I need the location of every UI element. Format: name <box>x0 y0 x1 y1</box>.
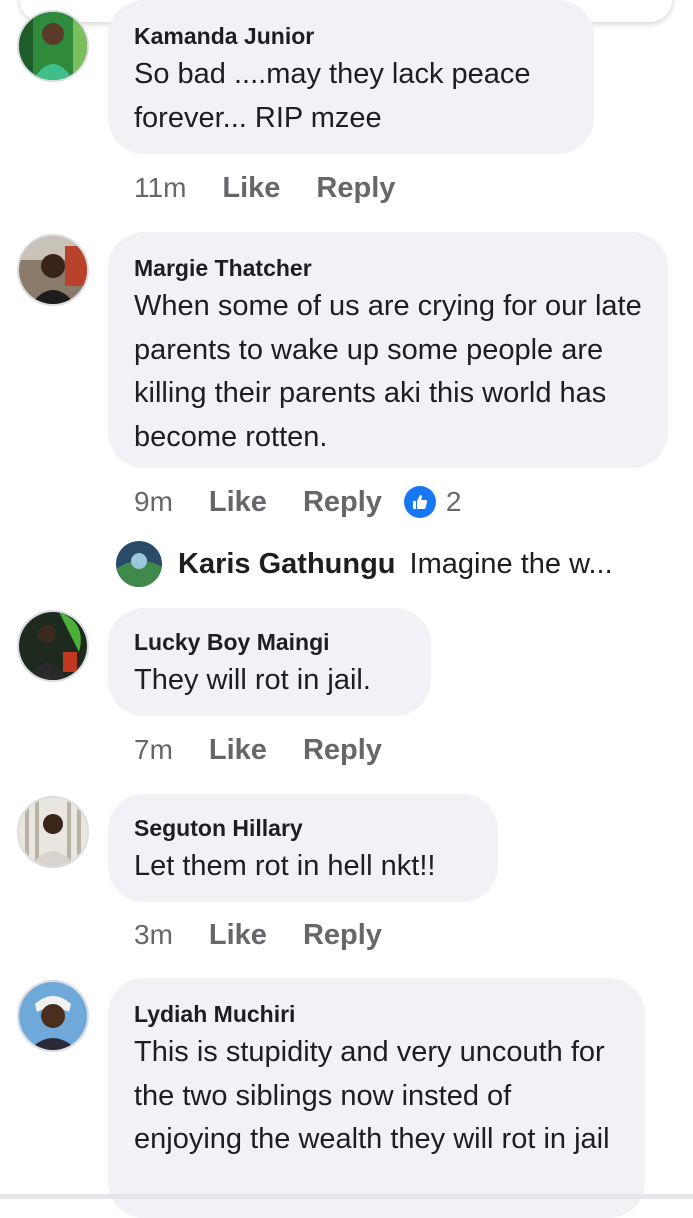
reaction-summary[interactable]: 2 <box>403 486 462 518</box>
like-button[interactable]: Like <box>209 919 267 952</box>
comment-text: They will rot in jail. <box>134 664 371 696</box>
reply-button[interactable]: Reply <box>303 486 382 519</box>
reply-author: Karis Gathungu <box>178 547 396 580</box>
avatar-image <box>19 982 87 1050</box>
thumbs-up-icon <box>403 486 436 518</box>
comment-time[interactable]: 9m <box>134 486 173 518</box>
reply-preview[interactable]: Karis Gathungu Imagine the w... <box>116 538 613 590</box>
comment-text: This is stupidity and very uncouth for t… <box>134 1036 610 1155</box>
reply-button[interactable]: Reply <box>303 734 382 767</box>
comment-author[interactable]: Seguton Hillary <box>134 814 472 842</box>
avatar-image <box>19 612 87 680</box>
comment-bubble: Seguton Hillary Let them rot in hell nkt… <box>108 794 498 902</box>
reply-button[interactable]: Reply <box>303 919 382 952</box>
avatar[interactable] <box>17 610 89 682</box>
comment-text: Let them rot in hell nkt!! <box>134 850 436 882</box>
like-button[interactable]: Like <box>209 486 267 519</box>
comment-actions: 7m Like Reply <box>134 730 418 770</box>
comment-actions: 11m Like Reply <box>134 168 431 208</box>
comment-actions: 9m Like Reply 2 <box>134 482 462 522</box>
comment-author[interactable]: Lydiah Muchiri <box>134 1000 619 1028</box>
avatar-image <box>19 798 87 866</box>
reaction-count: 2 <box>445 486 462 517</box>
avatar-image <box>19 12 87 80</box>
reply-avatar <box>116 541 162 587</box>
comment-actions: 3m Like Reply <box>134 915 418 955</box>
comment-bubble: Margie Thatcher When some of us are cryi… <box>108 232 668 468</box>
comment-bubble: Kamanda Junior So bad ....may they lack … <box>108 0 594 154</box>
avatar[interactable] <box>17 980 89 1052</box>
comment-text: So bad ....may they lack peace forever..… <box>134 58 531 134</box>
comment-time[interactable]: 11m <box>134 172 186 204</box>
comment-author[interactable]: Lucky Boy Maingi <box>134 628 405 656</box>
comment-bubble: Lydiah Muchiri This is stupidity and ver… <box>108 978 645 1218</box>
comment-bubble: Lucky Boy Maingi They will rot in jail. <box>108 608 431 716</box>
comment-author[interactable]: Margie Thatcher <box>134 254 642 282</box>
like-button[interactable]: Like <box>222 172 280 205</box>
like-button[interactable]: Like <box>209 734 267 767</box>
avatar-image <box>19 236 87 304</box>
reply-text: Imagine the w... <box>409 547 613 580</box>
reply-button[interactable]: Reply <box>316 172 395 205</box>
avatar[interactable] <box>17 10 89 82</box>
comment-text: When some of us are crying for our late … <box>134 290 642 453</box>
bottom-divider <box>0 1194 693 1199</box>
comment-time[interactable]: 3m <box>134 919 173 951</box>
avatar[interactable] <box>17 796 89 868</box>
avatar[interactable] <box>17 234 89 306</box>
comment-author[interactable]: Kamanda Junior <box>134 22 568 50</box>
comment-time[interactable]: 7m <box>134 734 173 766</box>
